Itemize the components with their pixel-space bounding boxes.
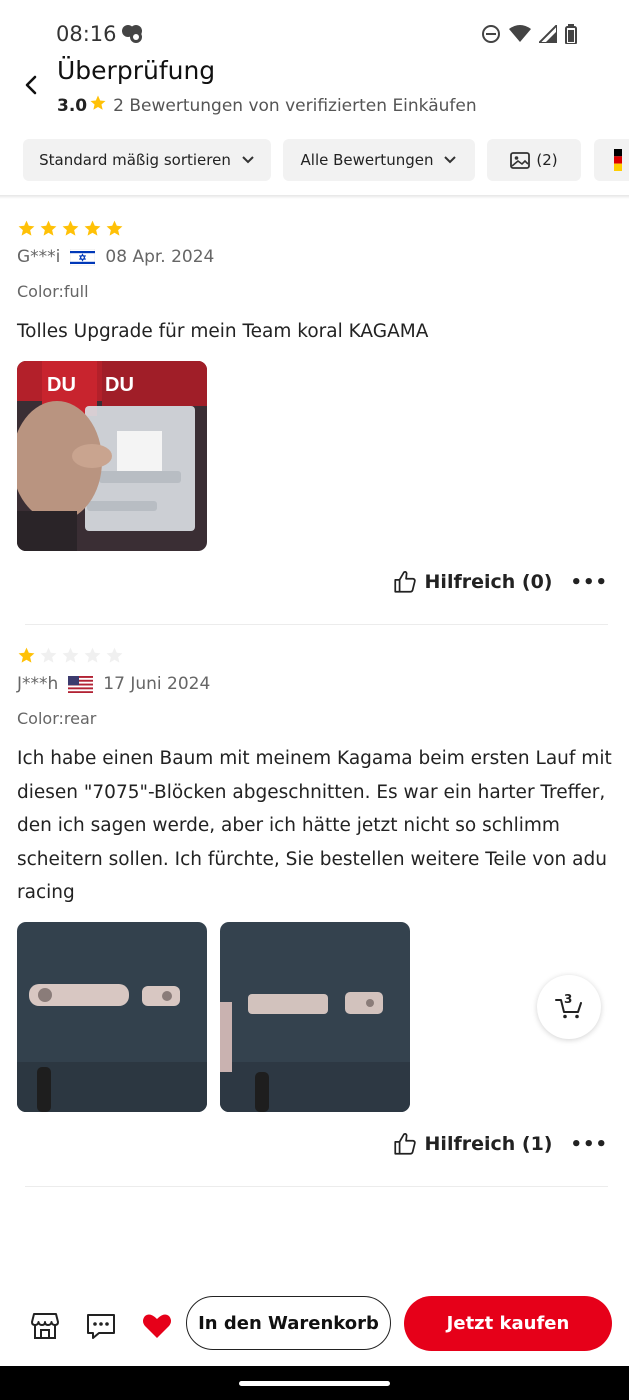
review-photo[interactable] <box>17 921 207 1112</box>
cart-count: 3 <box>564 992 573 1006</box>
star-empty-icon <box>84 647 101 663</box>
star-empty-icon <box>40 647 57 663</box>
star-filled-icon <box>18 647 35 663</box>
helpful-label: Hilfreich (0) <box>424 571 553 593</box>
more-options-button[interactable]: ••• <box>566 1134 612 1155</box>
review-divider <box>25 1186 608 1187</box>
filter-bar: Standard mäßig sortieren Alle Bewertunge… <box>0 139 629 183</box>
review-date: 08 Apr. 2024 <box>105 247 215 267</box>
review-variant: Color:full <box>17 282 89 301</box>
star-filled-icon <box>40 220 57 236</box>
chevron-down-icon <box>242 156 254 164</box>
filter-country[interactable] <box>594 139 629 181</box>
review-photos <box>17 921 612 1112</box>
filter-all-label: Alle Bewertungen <box>300 151 434 169</box>
review-variant: Color:rear <box>17 709 97 728</box>
add-to-cart-button[interactable]: In den Warenkorb <box>186 1296 391 1350</box>
review-photo[interactable]: DU DU <box>17 360 207 551</box>
review-stars <box>17 219 612 238</box>
review-meta: G***i 08 Apr. 2024 <box>17 247 612 267</box>
status-time: 08:16 <box>56 22 117 46</box>
usa-flag-icon <box>68 675 94 693</box>
review-count-text: 2 Bewertungen von verifizierten Einkäufe… <box>113 95 477 116</box>
floating-cart-button[interactable]: 3 <box>537 975 601 1039</box>
star-filled-icon <box>84 220 101 236</box>
back-button[interactable] <box>16 70 46 100</box>
star-icon <box>89 94 107 117</box>
star-filled-icon <box>62 220 79 236</box>
germany-flag-icon <box>614 149 622 171</box>
thumbs-up-icon <box>393 571 416 593</box>
heart-icon <box>143 1314 171 1338</box>
sort-dropdown[interactable]: Standard mäßig sortieren <box>23 139 271 181</box>
review-divider <box>25 624 608 625</box>
thumbs-up-icon <box>393 1133 416 1155</box>
review-photo[interactable] <box>220 921 410 1112</box>
review-text: Tolles Upgrade für mein Team koral KAGAM… <box>17 321 429 342</box>
buy-now-button[interactable]: Jetzt kaufen <box>404 1296 612 1351</box>
chat-icon <box>87 1314 115 1339</box>
reviewer-name: J***h <box>17 674 59 694</box>
review-card: G***i 08 Apr. 2024 Color:full Tolles Upg… <box>17 219 612 551</box>
battery-icon <box>565 24 577 48</box>
wishlist-button[interactable] <box>141 1310 173 1342</box>
status-icons <box>481 22 577 48</box>
review-photos: DU DU <box>17 360 612 551</box>
reviewer-name: G***i <box>17 247 61 267</box>
helpful-label: Hilfreich (1) <box>424 1133 553 1155</box>
average-rating: 3.0 <box>57 95 88 116</box>
review-actions: Hilfreich (0) ••• <box>392 569 612 595</box>
image-icon <box>510 151 531 169</box>
svg-text:DU: DU <box>47 374 76 396</box>
star-empty-icon <box>62 647 79 663</box>
israel-flag-icon <box>70 248 96 266</box>
review-actions: Hilfreich (1) ••• <box>392 1131 612 1157</box>
app-notification-icon <box>120 23 146 49</box>
helpful-button[interactable]: Hilfreich (1) <box>392 1131 553 1157</box>
chevron-down-icon <box>444 156 457 164</box>
wifi-icon <box>509 25 531 47</box>
store-icon <box>31 1313 59 1339</box>
star-empty-icon <box>106 647 123 663</box>
header-divider <box>0 195 629 199</box>
dnd-icon <box>481 24 501 48</box>
status-bar: 08:16 <box>0 0 629 60</box>
more-options-button[interactable]: ••• <box>566 572 612 593</box>
helpful-button[interactable]: Hilfreich (0) <box>392 569 553 595</box>
review-meta: J***h 17 Juni 2024 <box>17 674 612 694</box>
signal-icon <box>536 22 558 47</box>
system-nav-bar <box>0 1366 629 1400</box>
photo-count: (2) <box>536 151 558 169</box>
review-date: 17 Juni 2024 <box>103 674 211 694</box>
sort-label: Standard mäßig sortieren <box>39 151 231 169</box>
review-stars <box>17 646 612 665</box>
filter-all-reviews[interactable]: Alle Bewertungen <box>283 139 475 181</box>
rating-summary: 3.0 2 Bewertungen von verifizierten Eink… <box>57 94 477 117</box>
review-card: J***h 17 Juni 2024 Color:rear Ich habe e… <box>17 646 612 1112</box>
home-gesture-handle[interactable] <box>239 1381 390 1386</box>
page-title: Überprüfung <box>57 56 216 85</box>
back-arrow-icon <box>25 75 37 95</box>
svg-text:DU: DU <box>105 374 134 396</box>
review-text: Ich habe einen Baum mit meinem Kagama be… <box>17 748 612 903</box>
store-button[interactable] <box>29 1310 61 1342</box>
bottom-action-bar: In den Warenkorb Jetzt kaufen <box>0 1280 629 1366</box>
star-filled-icon <box>106 220 123 236</box>
chat-button[interactable] <box>85 1310 117 1342</box>
filter-with-photos[interactable]: (2) <box>487 139 581 181</box>
star-filled-icon <box>18 220 35 236</box>
